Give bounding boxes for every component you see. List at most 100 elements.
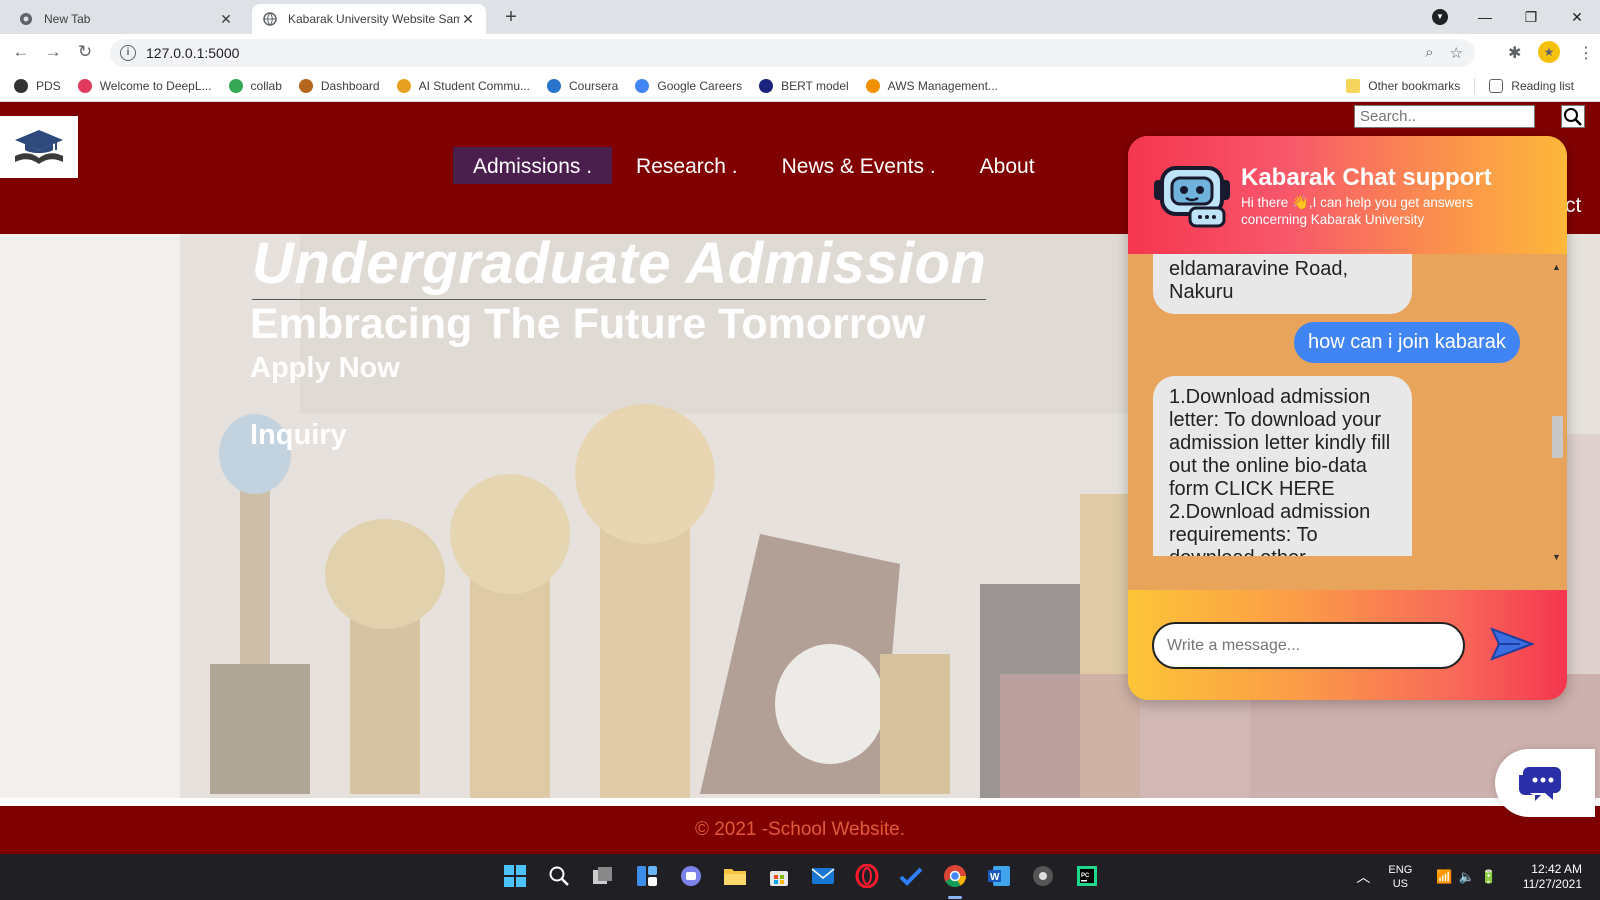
chatbot-robot-icon [1154, 166, 1230, 228]
bert-icon [759, 78, 774, 93]
coursera-icon [547, 78, 561, 93]
reload-icon[interactable]: ↻ [74, 41, 96, 63]
start-icon[interactable] [502, 863, 528, 889]
profile-avatar-icon[interactable]: ★ [1538, 41, 1560, 63]
bookmark-item[interactable]: Welcome to DeepL... [77, 78, 212, 93]
bookmark-star-icon[interactable]: ☆ [1450, 44, 1463, 62]
footer-gap [0, 798, 1600, 806]
bookmarks-bar: PDS Welcome to DeepL... collab Dashboard AI … [0, 70, 1600, 102]
tab-search-icon[interactable]: ▼ [1432, 9, 1448, 25]
restore-icon[interactable]: ❐ [1508, 9, 1554, 26]
scroll-up-icon[interactable]: ▲ [1552, 262, 1561, 272]
main-navigation: Admissions . Research . News & Events . … [453, 147, 1059, 184]
nav-admissions[interactable]: Admissions . [453, 147, 613, 184]
zoom-icon[interactable]: ⌕ [1425, 44, 1433, 62]
inquiry-link[interactable]: Inquiry [250, 419, 347, 452]
hero-subtitle: Embracing The Future Tomorrow [250, 300, 926, 348]
bookmark-item[interactable]: Coursera [547, 78, 618, 93]
search-icon[interactable] [546, 863, 572, 889]
widgets-icon[interactable] [634, 863, 660, 889]
system-tray: ︿ ENG US 📶🔈🔋 12:42 AM 11/27/2021 [1356, 854, 1600, 900]
new-tab-button[interactable]: + [500, 6, 522, 29]
graduation-cap-book-icon [15, 130, 63, 164]
bookmark-item[interactable]: BERT model [759, 78, 849, 93]
chat-footer [1128, 590, 1567, 700]
scroll-thumb[interactable] [1552, 416, 1563, 458]
minimize-icon[interactable]: — [1462, 9, 1508, 25]
site-search-input[interactable]: Search.. [1354, 105, 1535, 128]
scroll-down-icon[interactable]: ▼ [1552, 552, 1561, 562]
nav-contact-partial[interactable]: ct [1565, 194, 1581, 218]
language-indicator[interactable]: ENG US [1388, 863, 1412, 891]
chat-toggle-button[interactable] [1495, 749, 1595, 817]
nav-about[interactable]: About [960, 147, 1055, 184]
deepl-icon [77, 78, 92, 93]
chrome-icon [18, 11, 34, 27]
send-icon[interactable] [1490, 626, 1534, 662]
nav-research[interactable]: Research . [616, 147, 758, 184]
close-window-icon[interactable]: ✕ [1554, 9, 1600, 26]
bookmark-item[interactable]: AI Student Commu... [396, 78, 530, 93]
bookmark-item[interactable]: collab [228, 78, 282, 93]
todo-icon[interactable] [898, 863, 924, 889]
search-icon [1564, 108, 1582, 126]
nav-news-events[interactable]: News & Events . [762, 147, 956, 184]
chat-message-input[interactable] [1152, 622, 1465, 669]
close-icon[interactable]: ✕ [460, 11, 476, 28]
opera-icon[interactable] [854, 863, 880, 889]
dashboard-icon [298, 78, 313, 93]
chat-bubbles-icon [1519, 767, 1561, 801]
file-explorer-icon[interactable] [722, 863, 748, 889]
url-text: 127.0.0.1:5000 [146, 45, 240, 61]
reading-list[interactable]: Reading list [1489, 79, 1574, 93]
close-icon[interactable]: ✕ [218, 11, 234, 28]
tab-title: Kabarak University Website Samp [288, 12, 460, 26]
teams-chat-icon[interactable] [678, 863, 704, 889]
media-player-icon[interactable] [1030, 863, 1056, 889]
mail-icon[interactable] [810, 863, 836, 889]
back-icon[interactable]: ← [10, 41, 32, 63]
other-bookmarks[interactable]: Other bookmarks [1346, 79, 1460, 93]
extensions-icon[interactable]: ✱ [1508, 43, 1521, 63]
pycharm-icon[interactable]: PC [1074, 863, 1100, 889]
bookmark-item[interactable]: Dashboard [298, 78, 380, 93]
bot-message: 1.Download admission letter: To download… [1153, 376, 1412, 556]
address-bar[interactable]: i 127.0.0.1:5000 ⌕ ☆ [110, 39, 1475, 67]
menu-kebab-icon[interactable]: ⋮ [1578, 43, 1594, 63]
chrome-icon[interactable] [942, 863, 968, 889]
reading-list-icon [1489, 79, 1504, 93]
svg-text:PC: PC [1081, 873, 1090, 879]
bookmark-item[interactable]: AWS Management... [865, 78, 998, 93]
google-icon [635, 78, 650, 93]
site-footer: © 2021 -School Website. [0, 806, 1600, 854]
chat-header: Kabarak Chat support Hi there 👋,I can he… [1128, 136, 1567, 254]
tab-kabarak-site[interactable]: Kabarak University Website Samp ✕ [252, 4, 486, 34]
clock[interactable]: 12:42 AM 11/27/2021 [1523, 862, 1582, 892]
tab-new-tab[interactable]: New Tab ✕ [8, 4, 244, 34]
browser-toolbar: ← → ↻ i 127.0.0.1:5000 ⌕ ☆ ✱ ★ ⋮ [0, 34, 1600, 70]
bookmark-item[interactable]: Google Careers [635, 78, 742, 93]
globe-icon [262, 11, 278, 27]
site-search-button[interactable] [1561, 105, 1585, 128]
bot-message: eldamaravine Road, Nakuru [1153, 254, 1412, 314]
task-view-icon[interactable] [590, 863, 616, 889]
bookmark-label: AWS Management... [887, 78, 998, 93]
word-icon[interactable]: W [986, 863, 1012, 889]
site-info-icon[interactable]: i [120, 45, 136, 61]
bookmark-label: Welcome to DeepL... [99, 78, 212, 93]
active-app-indicator [948, 896, 962, 899]
bookmark-item[interactable]: PDS [14, 78, 61, 93]
chat-scrollbar[interactable]: ▲ ▼ [1550, 262, 1564, 573]
tray-chevron-up-icon[interactable]: ︿ [1356, 867, 1370, 887]
chat-support-window: Kabarak Chat support Hi there 👋,I can he… [1128, 136, 1567, 700]
svg-text:W: W [990, 872, 1000, 883]
apply-now-link[interactable]: Apply Now [250, 352, 400, 385]
ms-store-icon[interactable] [766, 863, 792, 889]
tray-network-sound-battery-icons[interactable]: 📶🔈🔋 [1436, 869, 1503, 885]
folder-icon [1346, 79, 1361, 93]
university-logo[interactable] [0, 116, 78, 178]
forward-icon[interactable]: → [42, 41, 64, 63]
chat-intro-text: Hi there 👋,I can help you get answers co… [1241, 195, 1474, 227]
hero-title: Undergraduate Admission [252, 234, 987, 300]
bookmark-label: BERT model [781, 78, 849, 93]
